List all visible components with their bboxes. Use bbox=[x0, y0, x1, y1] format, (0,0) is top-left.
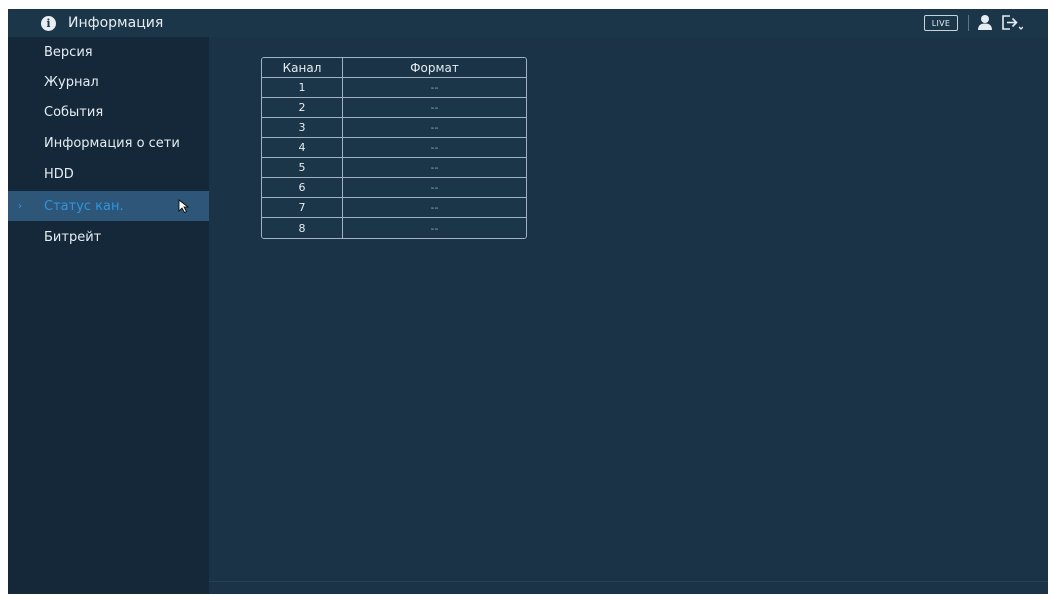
sidebar-item-label: Информация о сети bbox=[44, 135, 180, 151]
format-cell: -- bbox=[343, 178, 526, 198]
topbar-divider bbox=[968, 15, 969, 31]
table-row: 1 -- bbox=[262, 78, 526, 98]
sidebar-item-hdd[interactable]: HDD bbox=[8, 159, 209, 189]
footer-divider bbox=[209, 581, 1048, 582]
table-row: 3 -- bbox=[262, 118, 526, 138]
format-cell: -- bbox=[343, 118, 526, 138]
channel-cell: 4 bbox=[262, 138, 343, 158]
sidebar-item-label: Версия bbox=[44, 44, 93, 60]
sidebar-item-channel-status[interactable]: › Статус кан. bbox=[8, 191, 209, 221]
sidebar-item-label: Битрейт bbox=[44, 229, 102, 245]
sidebar-item-events[interactable]: События bbox=[8, 97, 209, 127]
format-cell: -- bbox=[343, 78, 526, 98]
user-icon[interactable] bbox=[977, 14, 993, 31]
sidebar-item-label: HDD bbox=[44, 166, 74, 182]
format-cell: -- bbox=[343, 138, 526, 158]
sidebar-item-log[interactable]: Журнал bbox=[8, 67, 209, 97]
sidebar-item-label: Журнал bbox=[44, 74, 99, 90]
channel-cell: 5 bbox=[262, 158, 343, 178]
live-button[interactable]: LIVE bbox=[924, 15, 958, 31]
table-row: 5 -- bbox=[262, 158, 526, 178]
page-title: Информация bbox=[68, 15, 164, 31]
sidebar-item-bitrate[interactable]: Битрейт bbox=[8, 222, 209, 252]
top-bar: i Информация LIVE bbox=[8, 9, 1048, 37]
table-row: 4 -- bbox=[262, 138, 526, 158]
channel-status-table: Канал Формат 1 -- 2 -- 3 -- 4 -- 5 -- 6 … bbox=[261, 57, 527, 239]
info-icon: i bbox=[41, 15, 56, 31]
channel-cell: 6 bbox=[262, 178, 343, 198]
sidebar-item-version[interactable]: Версия bbox=[8, 37, 209, 67]
table-header-row: Канал Формат bbox=[262, 58, 526, 78]
main-content: Канал Формат 1 -- 2 -- 3 -- 4 -- 5 -- 6 … bbox=[209, 37, 1048, 594]
channel-cell: 3 bbox=[262, 118, 343, 138]
channel-cell: 2 bbox=[262, 98, 343, 118]
table-row: 8 -- bbox=[262, 218, 526, 238]
column-header-channel: Канал bbox=[262, 58, 343, 78]
table-row: 6 -- bbox=[262, 178, 526, 198]
format-cell: -- bbox=[343, 98, 526, 118]
channel-cell: 8 bbox=[262, 218, 343, 238]
channel-cell: 1 bbox=[262, 78, 343, 98]
format-cell: -- bbox=[343, 198, 526, 218]
logout-icon[interactable] bbox=[1001, 14, 1023, 31]
chevron-right-icon: › bbox=[18, 200, 22, 212]
channel-cell: 7 bbox=[262, 198, 343, 218]
sidebar-item-label: Статус кан. bbox=[44, 198, 124, 214]
table-row: 7 -- bbox=[262, 198, 526, 218]
sidebar-item-network-info[interactable]: Информация о сети bbox=[8, 128, 209, 158]
header-title-group: i Информация bbox=[41, 14, 163, 32]
app-window: i Информация LIVE Версия Журнал События … bbox=[8, 9, 1048, 594]
sidebar-item-label: События bbox=[44, 104, 104, 120]
table-row: 2 -- bbox=[262, 98, 526, 118]
column-header-format: Формат bbox=[343, 58, 526, 78]
format-cell: -- bbox=[343, 158, 526, 178]
sidebar: Версия Журнал События Информация о сети … bbox=[8, 37, 209, 594]
mouse-cursor-icon bbox=[178, 199, 189, 213]
format-cell: -- bbox=[343, 218, 526, 238]
